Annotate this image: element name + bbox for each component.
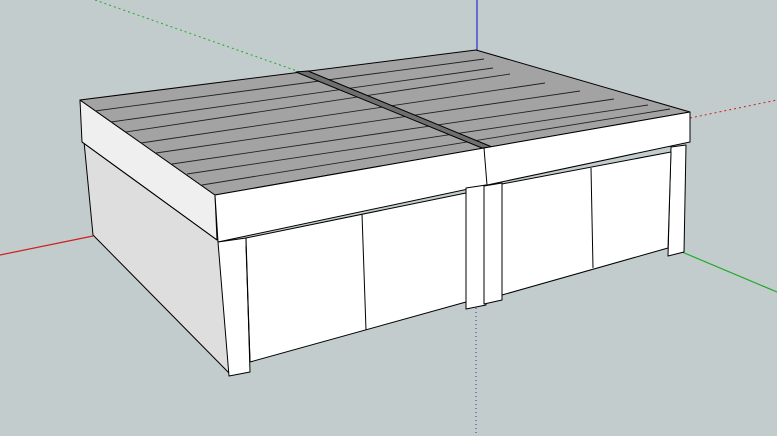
middle-pillar-left (465, 184, 487, 310)
modeling-viewport[interactable] (0, 0, 777, 436)
scene-canvas[interactable] (0, 0, 777, 436)
middle-pillar-right (483, 182, 503, 305)
